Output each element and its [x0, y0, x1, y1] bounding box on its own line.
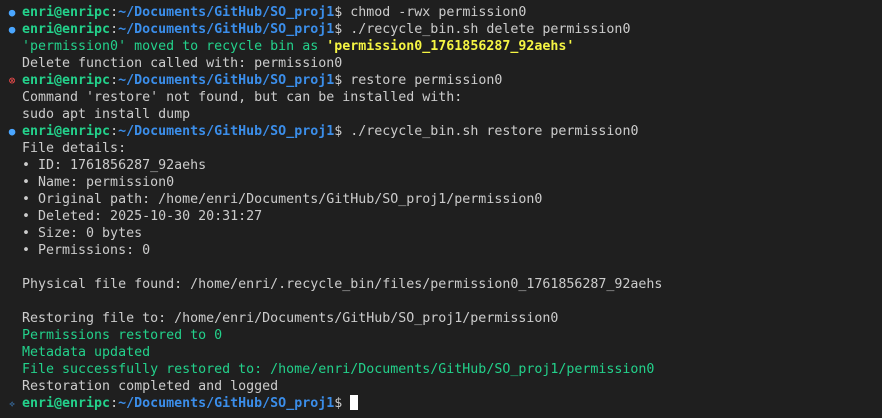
output-line: Permissions restored to 0 — [22, 328, 223, 343]
prompt-path: ~/Documents/GitHub/SO_proj1 — [118, 124, 335, 139]
prompt-line: enri@enripc:~/Documents/GitHub/SO_proj1$… — [22, 5, 527, 20]
prompt-user: enri@enripc — [22, 124, 111, 139]
command-text: restore permission0 — [342, 73, 503, 88]
output-text: 'permission0' moved to recycle bin as — [22, 39, 327, 54]
command-success-icon[interactable]: ● — [6, 123, 18, 140]
recycled-filename: 'permission0_1761856287_92aehs' — [326, 39, 575, 54]
text-cursor[interactable] — [350, 395, 359, 410]
prompt-user: enri@enripc — [22, 396, 111, 411]
prompt-user: enri@enripc — [22, 5, 111, 20]
prompt-user: enri@enripc — [22, 73, 111, 88]
prompt-path: ~/Documents/GitHub/SO_proj1 — [118, 5, 335, 20]
output-line: • ID: 1761856287_92aehs — [22, 158, 207, 173]
output-line: Physical file found: /home/enri/.recycle… — [22, 277, 663, 292]
output-line: File successfully restored to: /home/enr… — [22, 362, 655, 377]
terminal-output[interactable]: ● enri@enripc:~/Documents/GitHub/SO_proj… — [0, 0, 882, 418]
output-line: File details: — [22, 141, 127, 156]
prompt-path: ~/Documents/GitHub/SO_proj1 — [118, 396, 335, 411]
sparkle-icon[interactable]: ✧ — [6, 395, 18, 412]
output-line: Command 'restore' not found, but can be … — [22, 90, 463, 105]
output-line: • Original path: /home/enri/Documents/Gi… — [22, 192, 543, 207]
prompt-line: enri@enripc:~/Documents/GitHub/SO_proj1$… — [22, 22, 631, 37]
command-success-icon[interactable]: ● — [6, 4, 18, 21]
output-line: 'permission0' moved to recycle bin as 'p… — [22, 38, 574, 55]
prompt-path: ~/Documents/GitHub/SO_proj1 — [118, 73, 335, 88]
prompt-line: enri@enripc:~/Documents/GitHub/SO_proj1$… — [22, 73, 503, 88]
command-error-icon[interactable]: ⊗ — [6, 72, 18, 89]
output-line: • Permissions: 0 — [22, 243, 151, 258]
output-line: • Deleted: 2025-10-30 20:31:27 — [22, 209, 263, 224]
prompt-path: ~/Documents/GitHub/SO_proj1 — [118, 22, 335, 37]
output-line: Restoring file to: /home/enri/Documents/… — [22, 311, 559, 326]
output-line: Delete function called with: permission0 — [22, 56, 343, 71]
command-text: ./recycle_bin.sh restore permission0 — [342, 124, 639, 139]
output-line: Restoration completed and logged — [22, 379, 279, 394]
output-line: • Size: 0 bytes — [22, 226, 143, 241]
prompt-line: enri@enripc:~/Documents/GitHub/SO_proj1$… — [22, 124, 639, 139]
output-line: • Name: permission0 — [22, 175, 175, 190]
prompt-user: enri@enripc — [22, 22, 111, 37]
command-success-icon[interactable]: ● — [6, 21, 18, 38]
output-line: sudo apt install dump — [22, 107, 191, 122]
current-prompt-line[interactable]: enri@enripc:~/Documents/GitHub/SO_proj1$ — [22, 395, 359, 412]
output-line: Metadata updated — [22, 345, 151, 360]
command-text: ./recycle_bin.sh delete permission0 — [342, 22, 631, 37]
command-text: chmod -rwx permission0 — [342, 5, 527, 20]
